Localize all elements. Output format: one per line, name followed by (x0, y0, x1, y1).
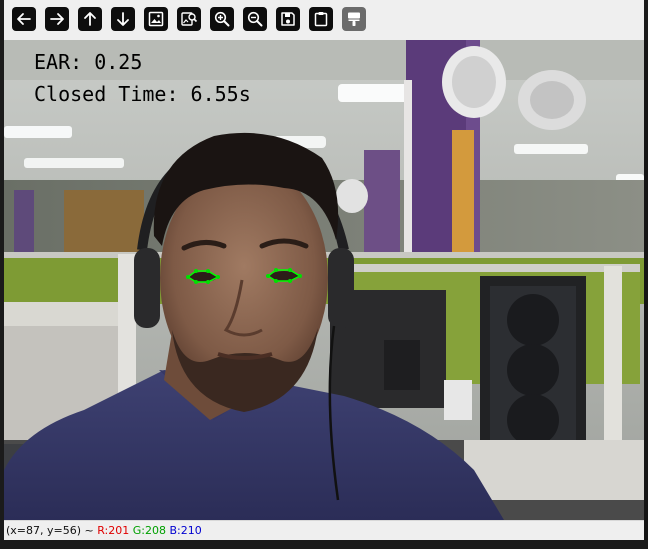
pixel-red-value: R:201 (97, 524, 130, 537)
image-viewer-window: EAR: 0.25 Closed Time: 6.55s (x=87, y=56… (4, 0, 644, 540)
background-window-edge (644, 40, 648, 549)
image-search-icon (181, 12, 198, 26)
camera-frame-image (4, 40, 644, 520)
pixel-blue-value: B:210 (169, 524, 202, 537)
properties-button[interactable] (342, 7, 366, 31)
image-canvas[interactable]: EAR: 0.25 Closed Time: 6.55s (4, 40, 644, 520)
pan-left-button[interactable] (12, 7, 36, 31)
pan-down-button[interactable] (111, 7, 135, 31)
paint-brush-icon (348, 12, 360, 26)
clipboard-icon (314, 12, 328, 27)
closed-time-label: Closed Time: 6.55s (34, 82, 251, 106)
zoom-fit-button[interactable] (144, 7, 168, 31)
arrow-left-icon (17, 13, 31, 25)
zoom-in-button[interactable] (210, 7, 234, 31)
image-icon (148, 11, 164, 27)
background-window-bottom (0, 540, 648, 549)
zoom-image-button[interactable] (177, 7, 201, 31)
arrow-up-icon (84, 12, 96, 26)
toolbar (4, 0, 644, 40)
cursor-coordinates: (x=87, y=56) ~ (6, 524, 94, 537)
save-button[interactable] (276, 7, 300, 31)
arrow-down-icon (117, 12, 129, 26)
pan-up-button[interactable] (78, 7, 102, 31)
zoom-out-icon (247, 11, 263, 27)
pixel-green-value: G:208 (132, 524, 166, 537)
copy-button[interactable] (309, 7, 333, 31)
ear-value-label: EAR: 0.25 (34, 50, 143, 74)
arrow-right-icon (50, 13, 64, 25)
pan-right-button[interactable] (45, 7, 69, 31)
floppy-disk-icon (281, 12, 295, 26)
status-bar: (x=87, y=56) ~ R:201 G:208 B:210 (4, 520, 644, 540)
zoom-out-button[interactable] (243, 7, 267, 31)
zoom-in-icon (214, 11, 230, 27)
